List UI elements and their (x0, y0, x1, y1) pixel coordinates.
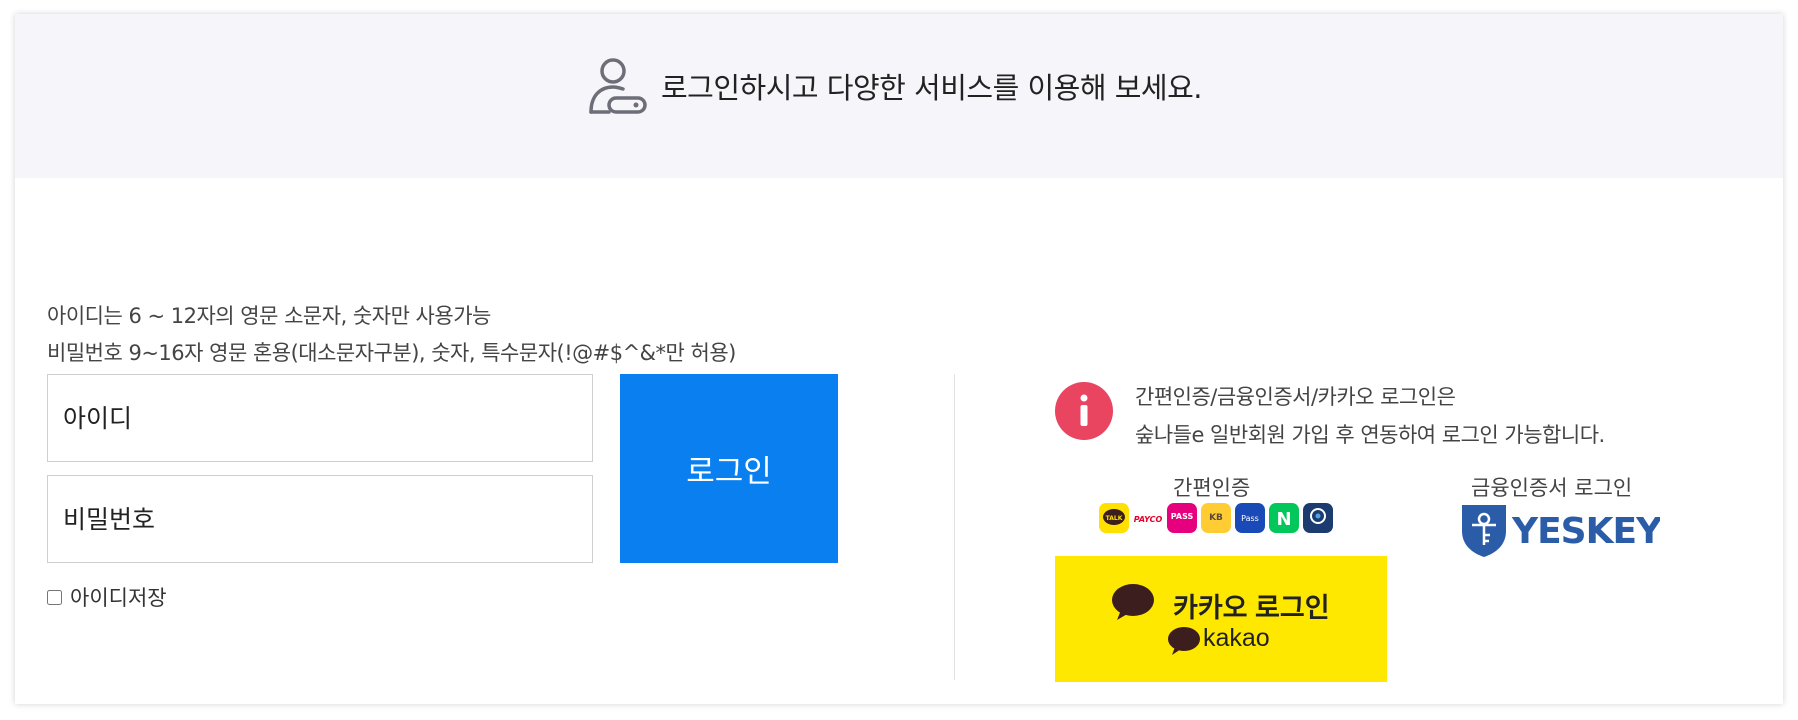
svg-text:PAYCO: PAYCO (1134, 515, 1163, 524)
id-rule-text: 아이디는 6 ~ 12자의 영문 소문자, 숫자만 사용가능 (47, 304, 491, 328)
password-input[interactable] (47, 475, 593, 563)
samsung-pass-logo-icon: Pass (1235, 503, 1265, 533)
svg-text:TALK: TALK (1106, 515, 1123, 522)
shinhan-logo-icon (1303, 503, 1333, 533)
simple-auth-provider-logos[interactable]: TALK PAYCO PASS KB Pass N (1099, 502, 1339, 534)
kakao-wordmark: kakao (1203, 624, 1270, 652)
banner-message: 로그인하시고 다양한 서비스를 이용해 보세요. (661, 71, 1203, 105)
password-rule-text: 비밀번호 9~16자 영문 혼용(대소문자구분), 숫자, 특수문자(!@#$^… (47, 341, 736, 365)
svg-text:N: N (1276, 509, 1291, 530)
kakaotalk-logo-icon: TALK (1099, 503, 1129, 533)
kb-cert-logo-icon: KB (1201, 503, 1231, 533)
save-id-label: 아이디저장 (70, 586, 167, 610)
user-key-icon (589, 58, 647, 114)
id-input[interactable] (47, 374, 593, 462)
login-button[interactable]: 로그인 (620, 374, 838, 563)
pass-logo-icon: PASS (1167, 503, 1197, 533)
kakao-speech-bubble-icon (1112, 584, 1154, 620)
svg-text:PASS: PASS (1171, 512, 1194, 521)
svg-text:Pass: Pass (1241, 514, 1259, 523)
simple-auth-label: 간편인증 (1173, 476, 1251, 500)
naver-logo-icon: N (1269, 503, 1299, 533)
info-icon (1055, 382, 1113, 440)
login-card: 로그인하시고 다양한 서비스를 이용해 보세요. 아이디는 6 ~ 12자의 영… (15, 14, 1783, 704)
section-divider (954, 374, 955, 680)
kakao-login-label: 카카오 로그인 (1173, 593, 1330, 623)
svg-text:KB: KB (1209, 513, 1223, 523)
kakao-login-button[interactable]: 카카오 로그인 kakao (1055, 556, 1387, 682)
save-id-option[interactable]: 아이디저장 (47, 582, 167, 612)
save-id-checkbox[interactable] (47, 589, 62, 605)
yeskey-logo-icon[interactable]: YESKEY (1460, 501, 1660, 557)
payco-logo-icon: PAYCO (1132, 513, 1164, 524)
kakao-logo-bubble-icon (1168, 627, 1200, 655)
financial-cert-label: 금융인증서 로그인 (1471, 476, 1633, 500)
info-text-line1: 간편인증/금융인증서/카카오 로그인은 (1135, 385, 1456, 409)
svg-text:YESKEY: YESKEY (1511, 511, 1660, 552)
login-banner: 로그인하시고 다양한 서비스를 이용해 보세요. (15, 14, 1783, 178)
info-text-line2: 숲나들e 일반회원 가입 후 연동하여 로그인 가능합니다. (1135, 423, 1605, 447)
